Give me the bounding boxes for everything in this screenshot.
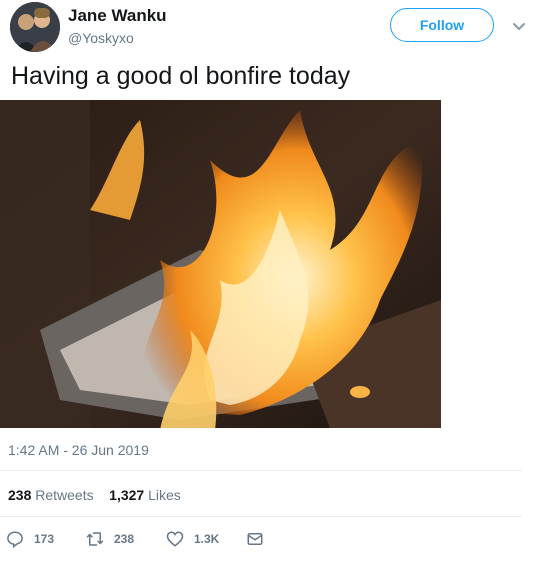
tweet-timestamp[interactable]: 1:42 AM - 26 Jun 2019	[8, 442, 149, 458]
author-name[interactable]: Jane Wanku	[68, 6, 167, 26]
reply-count: 173	[34, 532, 55, 546]
avatar[interactable]	[10, 2, 60, 52]
engagement-stats: 238 Retweets 1,327 Likes	[8, 487, 181, 503]
reply-icon	[7, 531, 23, 548]
author-handle[interactable]: @Yoskyxo	[68, 30, 134, 46]
retweet-icon	[86, 532, 104, 546]
like-label: Likes	[148, 487, 181, 503]
retweet-label: Retweets	[35, 487, 94, 503]
tweet-text: Having a good ol bonfire today	[11, 62, 351, 90]
envelope-icon	[247, 533, 263, 545]
retweet-action-count: 238	[114, 532, 135, 546]
retweet-button[interactable]: 238	[86, 528, 134, 550]
tweet-photo[interactable]	[0, 100, 441, 428]
heart-icon	[166, 531, 184, 547]
like-stat[interactable]: 1,327 Likes	[109, 487, 181, 503]
divider	[0, 470, 522, 471]
direct-message-button[interactable]	[246, 528, 274, 550]
retweet-count: 238	[8, 487, 32, 503]
like-button[interactable]: 1.3K	[166, 528, 219, 550]
like-action-count: 1.3K	[194, 532, 220, 546]
chevron-down-icon[interactable]	[510, 18, 528, 36]
reply-button[interactable]: 173	[6, 528, 54, 550]
retweet-stat[interactable]: 238 Retweets	[8, 487, 94, 503]
like-count: 1,327	[109, 487, 145, 503]
divider	[0, 516, 522, 517]
follow-button[interactable]: Follow	[390, 8, 494, 42]
